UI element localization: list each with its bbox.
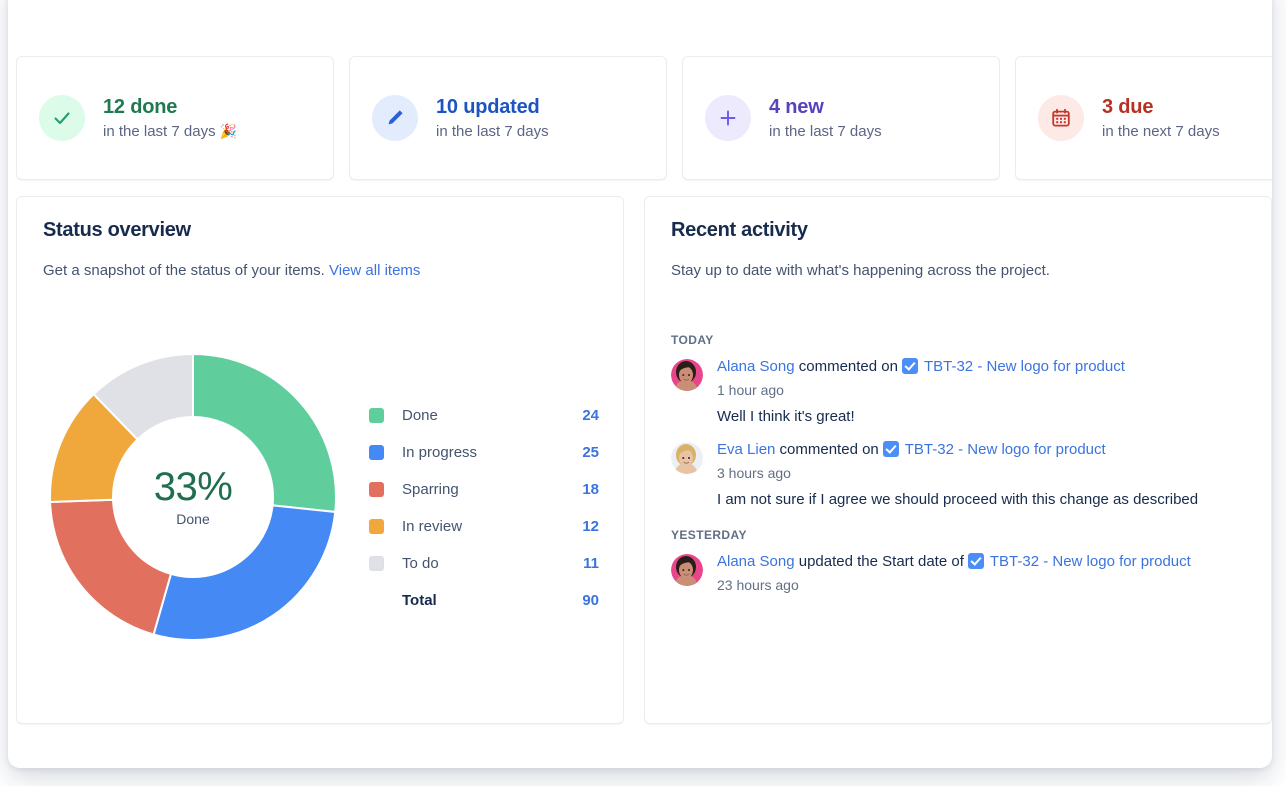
legend-label: Sparring: [402, 481, 459, 498]
task-checkbox-icon: [967, 553, 984, 570]
legend-label: In review: [402, 518, 463, 535]
status-legend: Done 24 In progress 25 Sparring 18 In review 12…: [369, 397, 599, 619]
activity-action-text: commented on: [775, 440, 879, 458]
legend-row-to-do[interactable]: To do 11: [369, 545, 599, 582]
stat-card-1[interactable]: 10 updated in the last 7 days: [349, 56, 667, 180]
legend-value: 12: [582, 518, 599, 535]
window-content: 12 done in the last 7 days 🎉 10 updated in …: [8, 0, 1272, 768]
activity-body: Alana Song updated the Start date of TBT-…: [717, 552, 1271, 594]
stat-card-count: 4 new: [769, 96, 824, 118]
activity-actor-link[interactable]: Alana Song: [717, 358, 795, 375]
activity-timestamp: 1 hour ago: [717, 382, 784, 399]
activity-issue-link[interactable]: TBT-32 - New logo for product: [905, 441, 1106, 458]
legend-row-done[interactable]: Done 24: [369, 397, 599, 434]
pencil-icon: [372, 95, 418, 141]
avatar[interactable]: [671, 441, 703, 474]
legend-value: 24: [582, 407, 599, 424]
donut-slice-in-progress[interactable]: [152, 504, 337, 641]
activity-issue-link[interactable]: TBT-32 - New logo for product: [990, 553, 1191, 570]
activity-headline: Eva Lien commented on TBT-32 - New logo f…: [717, 440, 1271, 460]
activity-timestamp: 23 hours ago: [717, 577, 799, 594]
status-donut-chart[interactable]: 33% Done: [43, 347, 343, 647]
stat-card-subtitle: in the last 7 days: [769, 123, 882, 140]
app-window: 12 done in the last 7 days 🎉 10 updated in …: [8, 0, 1272, 768]
activity-headline: Alana Song updated the Start date of TBT-…: [717, 552, 1271, 572]
calendar-icon: [1038, 95, 1084, 141]
task-checkbox-icon: [901, 358, 918, 374]
avatar[interactable]: [671, 359, 703, 391]
donut-slice-sparring[interactable]: [49, 498, 173, 636]
stat-card-subtitle: in the last 7 days: [436, 123, 549, 140]
status-chart-area: 33% Done Done 24 In progress 25 Sparring 18 In…: [17, 347, 623, 677]
view-all-items-link[interactable]: View all items: [329, 262, 420, 279]
donut-slice-done[interactable]: [192, 352, 337, 514]
legend-value: 11: [583, 555, 599, 572]
legend-swatch-icon: [369, 519, 384, 534]
avatar[interactable]: [671, 554, 703, 587]
stat-card-text: 10 updated in the last 7 days: [436, 96, 549, 140]
status-panel-description-text: Get a snapshot of the status of your ite…: [43, 262, 325, 279]
stat-card-text: 12 done in the last 7 days 🎉: [103, 96, 237, 140]
party-popper-icon: 🎉: [215, 123, 237, 139]
activity-panel-description: Stay up to date with what's happening ac…: [671, 262, 1050, 279]
activity-comment-text: I am not sure if I agree we should proce…: [717, 490, 1199, 508]
activity-actor-link[interactable]: Alana Song: [717, 553, 795, 570]
legend-swatch-icon: [369, 482, 384, 497]
activity-item: Alana Song updated the Start date of TBT-…: [671, 552, 1271, 594]
status-panel-description: Get a snapshot of the status of your ite…: [17, 242, 623, 279]
status-overview-panel: Status overview Get a snapshot of the st…: [16, 196, 624, 724]
legend-value: 18: [582, 481, 599, 498]
activity-body: Eva Lien commented on TBT-32 - New logo f…: [717, 440, 1271, 511]
status-panel-title: Status overview: [43, 219, 191, 241]
recent-activity-panel: Recent activity Stay up to date with wha…: [644, 196, 1272, 724]
legend-label: In progress: [402, 444, 478, 461]
legend-value: 25: [582, 444, 599, 461]
donut-svg: [49, 352, 337, 641]
legend-swatch-icon: [369, 445, 384, 460]
stat-card-3[interactable]: 3 due in the next 7 days: [1015, 56, 1272, 180]
legend-row-total: Total 90: [369, 582, 599, 619]
legend-row-in-review[interactable]: In review 12: [369, 508, 599, 545]
legend-label: Done: [402, 407, 438, 424]
activity-actor-link[interactable]: Eva Lien: [717, 441, 775, 458]
activity-headline: Alana Song commented on TBT-32 - New logo…: [717, 357, 1271, 377]
panels-row: Status overview Get a snapshot of the st…: [16, 196, 1272, 744]
activity-item: Alana Song commented on TBT-32 - New logo…: [671, 357, 1271, 428]
stat-cards-row: 12 done in the last 7 days 🎉 10 updated in …: [8, 56, 1272, 186]
activity-action-text: updated the Start date of: [794, 553, 964, 571]
stat-card-2[interactable]: 4 new in the last 7 days: [682, 56, 1000, 180]
legend-row-in-progress[interactable]: In progress 25: [369, 434, 599, 471]
stat-card-text: 3 due in the next 7 days: [1102, 96, 1220, 140]
stat-card-0[interactable]: 12 done in the last 7 days 🎉: [16, 56, 334, 180]
activity-day-header: YESTERDAY: [671, 528, 747, 543]
legend-swatch-icon: [369, 556, 384, 571]
plus-icon: [705, 95, 751, 141]
activity-item: Eva Lien commented on TBT-32 - New logo f…: [671, 440, 1271, 511]
stat-card-subtitle: in the last 7 days 🎉: [103, 123, 237, 140]
stat-card-count: 3 due: [1102, 96, 1154, 118]
stat-card-count: 12 done: [103, 96, 178, 118]
activity-timestamp: 3 hours ago: [717, 464, 791, 481]
activity-action-text: commented on: [794, 358, 898, 375]
legend-total-value: 90: [582, 592, 599, 609]
stat-card-text: 4 new in the last 7 days: [769, 96, 882, 140]
activity-feed: TODAY Alana Song commented on TBT-32 - New…: [645, 315, 1271, 723]
activity-day-header: TODAY: [671, 333, 714, 347]
stat-card-subtitle: in the next 7 days: [1102, 123, 1220, 140]
task-checkbox-icon: [882, 440, 899, 457]
stat-card-count: 10 updated: [436, 96, 540, 118]
legend-label: To do: [402, 555, 439, 572]
activity-body: Alana Song commented on TBT-32 - New logo…: [717, 357, 1271, 428]
activity-issue-link[interactable]: TBT-32 - New logo for product: [924, 358, 1125, 375]
legend-swatch-icon: [369, 408, 384, 423]
activity-panel-title: Recent activity: [671, 219, 808, 241]
check-icon: [39, 95, 85, 141]
clipped-top-area: [8, 0, 1272, 34]
activity-comment-text: Well I think it's great!: [717, 408, 855, 426]
legend-row-sparring[interactable]: Sparring 18: [369, 471, 599, 508]
legend-total-label: Total: [402, 592, 437, 609]
